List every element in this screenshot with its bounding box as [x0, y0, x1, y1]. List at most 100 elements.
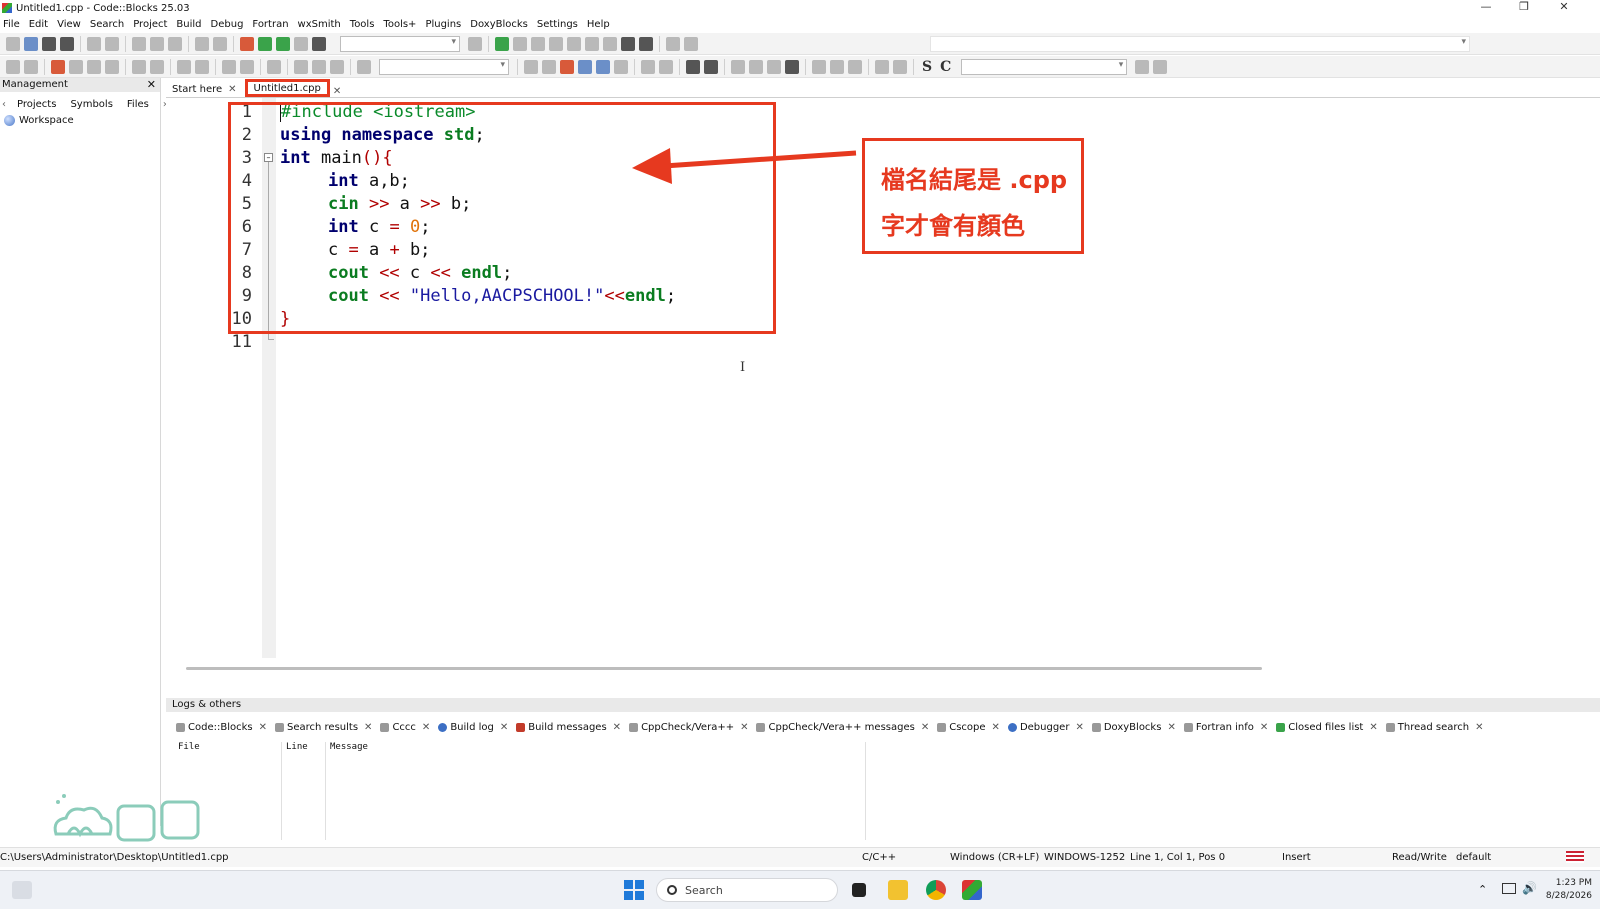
save-icon[interactable]: [42, 36, 56, 51]
volume-icon[interactable]: 🔊: [1522, 881, 1537, 895]
minimize-button[interactable]: —: [1468, 0, 1504, 13]
close-tab-icon[interactable]: ✕: [500, 722, 508, 733]
frame-2-icon[interactable]: [830, 59, 844, 74]
various-info-icon[interactable]: [684, 36, 698, 51]
debugging-windows-icon[interactable]: [666, 36, 680, 51]
chrome-icon[interactable]: [926, 880, 946, 900]
replace-icon[interactable]: [213, 36, 227, 51]
step-into-instruction-icon[interactable]: [603, 36, 617, 51]
log-tab-debugger[interactable]: Debugger ✕: [1007, 722, 1092, 733]
close-tab-icon[interactable]: ✕: [992, 722, 1000, 733]
menu-view[interactable]: View: [54, 19, 87, 30]
menu-plugins[interactable]: Plugins: [422, 19, 467, 30]
panel-4-icon[interactable]: [785, 59, 799, 74]
task-view-icon[interactable]: [852, 883, 866, 897]
log-tab-build-messages[interactable]: Build messages ✕: [516, 722, 629, 733]
show-select-target-icon[interactable]: [468, 36, 482, 51]
column-message[interactable]: Message: [326, 742, 866, 840]
toggle-bookmark-icon[interactable]: [51, 59, 65, 74]
nav-forward-icon[interactable]: [542, 59, 556, 74]
layout-b-icon[interactable]: [704, 59, 718, 74]
redo-icon[interactable]: [105, 36, 119, 51]
jump-back-icon[interactable]: [6, 59, 20, 74]
close-active-tab-icon[interactable]: ✕: [333, 86, 341, 97]
run-to-cursor-icon[interactable]: [513, 36, 527, 51]
step-into-icon[interactable]: [549, 36, 563, 51]
frame-3-icon[interactable]: [848, 59, 862, 74]
close-tab-icon[interactable]: ✕: [1260, 722, 1268, 733]
clear-bookmarks-icon[interactable]: [105, 59, 119, 74]
next-icon[interactable]: [330, 59, 344, 74]
abort-icon[interactable]: [312, 36, 326, 51]
symbol-search-select[interactable]: [961, 58, 1128, 75]
log-tab-cppcheck[interactable]: CppCheck/Vera++ ✕: [629, 722, 756, 733]
taskbar-search-box[interactable]: Search: [656, 878, 838, 902]
layout-a-icon[interactable]: [686, 59, 700, 74]
toggle-breakpoint-icon[interactable]: [312, 59, 326, 74]
menu-tools-plus[interactable]: Tools+: [380, 19, 422, 30]
nav-back-icon[interactable]: [524, 59, 538, 74]
wrench-icon[interactable]: [267, 59, 281, 74]
log-tab-closed-files[interactable]: Closed files list ✕: [1276, 722, 1385, 733]
workspace-tree-item[interactable]: Workspace: [0, 115, 160, 126]
close-tab-icon[interactable]: ✕: [1475, 722, 1483, 733]
rectangle-icon[interactable]: [659, 59, 673, 74]
menu-wxsmith[interactable]: wxSmith: [295, 19, 347, 30]
log-tab-codeblocks[interactable]: Code::Blocks ✕: [176, 722, 275, 733]
close-tab-icon[interactable]: ✕: [228, 84, 236, 95]
close-management-icon[interactable]: ✕: [147, 78, 156, 92]
menu-build[interactable]: Build: [173, 19, 207, 30]
tab-untitled1-cpp[interactable]: Untitled1.cpp: [244, 79, 330, 97]
log-tab-thread-search[interactable]: Thread search ✕: [1385, 722, 1492, 733]
close-tab-icon[interactable]: ✕: [259, 722, 267, 733]
pointer-icon[interactable]: [641, 59, 655, 74]
new-file-icon[interactable]: [6, 36, 20, 51]
debug-continue-icon[interactable]: [495, 36, 509, 51]
code-completion-icon[interactable]: [357, 59, 371, 74]
rebuild-icon[interactable]: [294, 36, 308, 51]
windows-start-icon[interactable]: [624, 880, 644, 900]
tab-files[interactable]: Files: [120, 99, 156, 110]
log-tab-cccc[interactable]: Cccc ✕: [380, 722, 438, 733]
log-tab-cppcheck-messages[interactable]: CppCheck/Vera++ messages ✕: [756, 722, 937, 733]
close-tab-icon[interactable]: ✕: [740, 722, 748, 733]
horizontal-scrollbar[interactable]: [186, 667, 1262, 670]
build-target-select[interactable]: [340, 35, 460, 52]
code-completion-select[interactable]: [379, 58, 509, 75]
regex-icon[interactable]: [614, 59, 628, 74]
menu-tools[interactable]: Tools: [347, 19, 381, 30]
stop-debugger-icon[interactable]: [639, 36, 653, 51]
close-tab-icon[interactable]: ✕: [422, 722, 430, 733]
tab-symbols[interactable]: Symbols: [63, 99, 119, 110]
select-highlight-icon[interactable]: [150, 59, 164, 74]
copy-icon[interactable]: [150, 36, 164, 51]
next-bookmark-icon[interactable]: [87, 59, 101, 74]
file-explorer-icon[interactable]: [888, 880, 908, 900]
build-and-run-icon[interactable]: [276, 36, 290, 51]
marker-icon[interactable]: [560, 59, 574, 74]
menu-debug[interactable]: Debug: [208, 19, 250, 30]
step-out-icon[interactable]: [567, 36, 581, 51]
c-letter-icon[interactable]: C: [940, 59, 951, 75]
log-tab-doxyblocks[interactable]: DoxyBlocks ✕: [1091, 722, 1184, 733]
log-tab-fortran-info[interactable]: Fortran info ✕: [1183, 722, 1276, 733]
close-window-button[interactable]: ✕: [1546, 0, 1582, 13]
search-settings-icon[interactable]: [1153, 59, 1168, 74]
next-line-icon[interactable]: [531, 36, 545, 51]
close-tab-icon[interactable]: ✕: [613, 722, 621, 733]
find-icon[interactable]: [195, 36, 209, 51]
chevron-up-icon[interactable]: ⌃: [1478, 883, 1487, 896]
save-all-icon[interactable]: [60, 36, 74, 51]
taskbar-clock[interactable]: 1:23 PM 8/28/2026: [1546, 877, 1592, 903]
frame-1-icon[interactable]: [812, 59, 826, 74]
menu-file[interactable]: File: [0, 19, 26, 30]
close-tab-icon[interactable]: ✕: [1369, 722, 1377, 733]
jump-forward-icon[interactable]: [24, 59, 38, 74]
tab-scroll-left-icon[interactable]: ‹: [0, 99, 10, 110]
play-macro-icon[interactable]: [240, 59, 254, 74]
close-tab-icon[interactable]: ✕: [921, 722, 929, 733]
menu-search[interactable]: Search: [87, 19, 130, 30]
column-line[interactable]: Line: [282, 742, 326, 840]
menu-settings[interactable]: Settings: [534, 19, 584, 30]
highlight-icon[interactable]: [132, 59, 146, 74]
